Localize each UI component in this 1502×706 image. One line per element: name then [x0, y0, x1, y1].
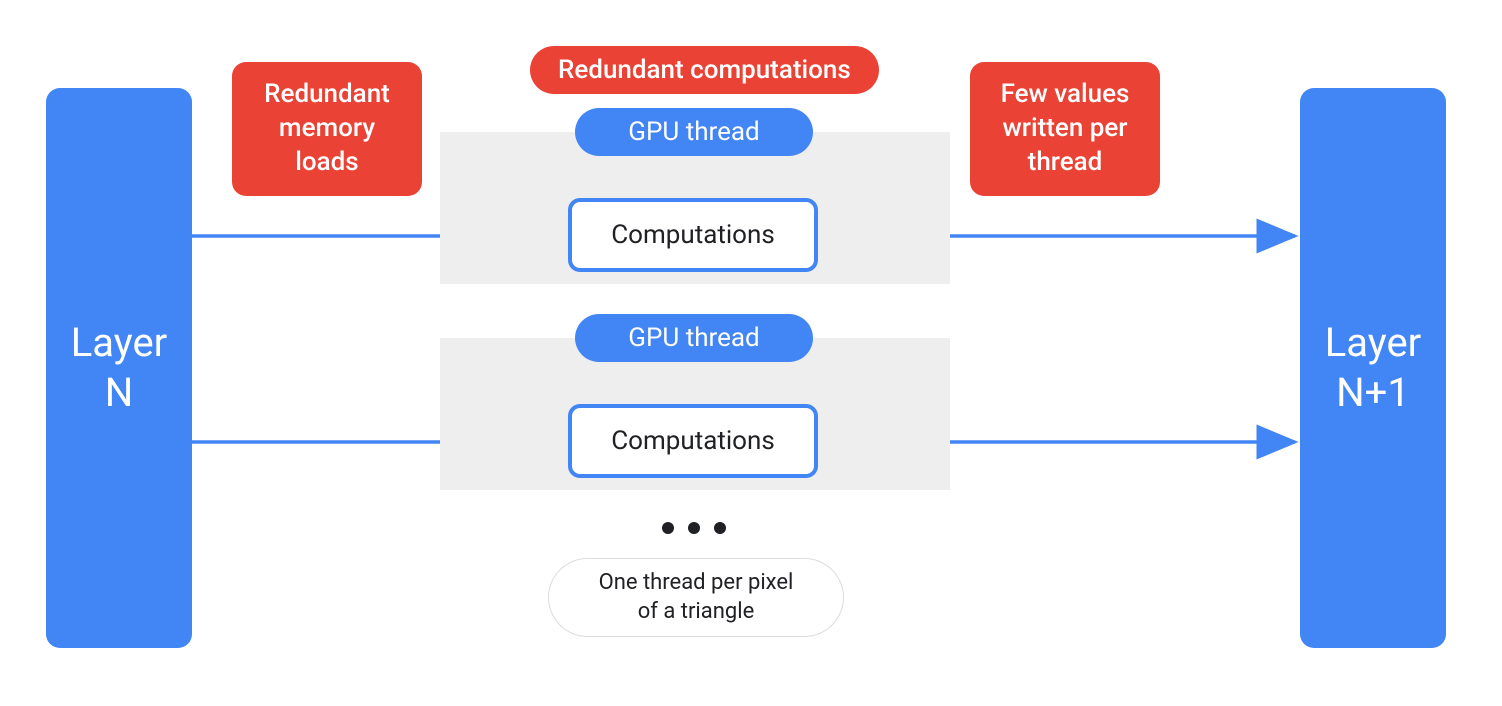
layer-n-box: Layer N: [46, 88, 192, 648]
callout-few-values: Few values written per thread: [970, 62, 1160, 196]
computations-box-1-label: Computations: [611, 220, 775, 250]
layer-n1-label: Layer N+1: [1325, 318, 1421, 418]
callout-redundant-memory: Redundant memory loads: [232, 62, 422, 196]
ellipsis-icon: [662, 522, 726, 534]
callout-redundant-computations-label: Redundant computations: [558, 55, 851, 85]
layer-n1-box: Layer N+1: [1300, 88, 1446, 648]
gpu-thread-pill-1-label: GPU thread: [628, 117, 759, 147]
gpu-thread-pill-2-label: GPU thread: [628, 323, 759, 353]
computations-box-2-label: Computations: [611, 426, 775, 456]
layer-n-label: Layer N: [71, 318, 167, 418]
footer-note-label: One thread per pixel of a triangle: [599, 569, 794, 626]
diagram-canvas: Layer N Layer N+1 Redundant memory loads…: [0, 0, 1502, 706]
callout-few-values-label: Few values written per thread: [1001, 78, 1130, 179]
computations-box-1: Computations: [568, 198, 818, 272]
footer-note: One thread per pixel of a triangle: [548, 558, 844, 637]
callout-redundant-memory-label: Redundant memory loads: [264, 78, 390, 179]
computations-box-2: Computations: [568, 404, 818, 478]
callout-redundant-computations: Redundant computations: [530, 46, 879, 94]
gpu-thread-pill-2: GPU thread: [575, 314, 813, 362]
gpu-thread-pill-1: GPU thread: [575, 108, 813, 156]
